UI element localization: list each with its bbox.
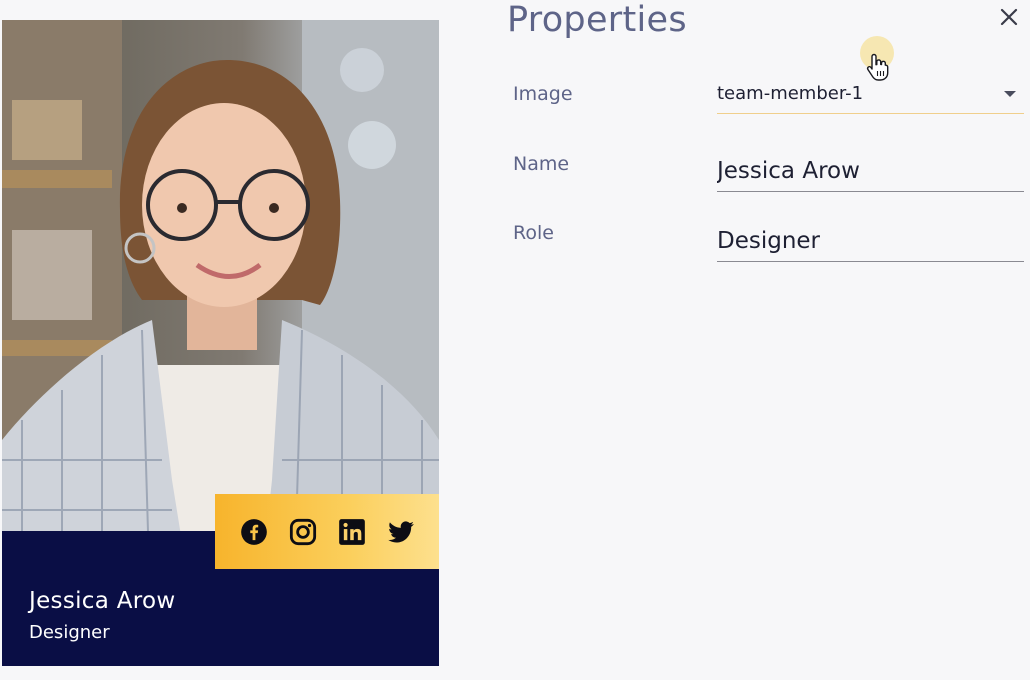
team-member-card: Jessica Arow Designer [2, 20, 439, 666]
role-field[interactable] [717, 220, 1024, 262]
close-icon [1000, 8, 1018, 26]
hand-pointer-icon [866, 53, 889, 81]
image-select-value: team-member-1 [717, 83, 864, 104]
card-member-role: Designer [29, 622, 110, 643]
name-field[interactable] [717, 150, 1024, 192]
close-button[interactable] [996, 4, 1022, 30]
instagram-icon[interactable] [288, 517, 318, 547]
panel-title: Properties [507, 0, 687, 40]
role-label: Role [513, 222, 554, 244]
card-member-name: Jessica Arow [29, 588, 176, 614]
editor-stage: Jessica Arow Designer Properties Image t… [0, 0, 1030, 680]
facebook-icon[interactable] [239, 517, 269, 547]
social-links-bar [215, 494, 439, 569]
name-label: Name [513, 153, 570, 175]
mouse-pointer [856, 36, 900, 86]
twitter-icon[interactable] [386, 517, 416, 547]
chevron-down-icon [1004, 91, 1016, 97]
image-label: Image [513, 83, 573, 105]
linkedin-icon[interactable] [337, 517, 367, 547]
